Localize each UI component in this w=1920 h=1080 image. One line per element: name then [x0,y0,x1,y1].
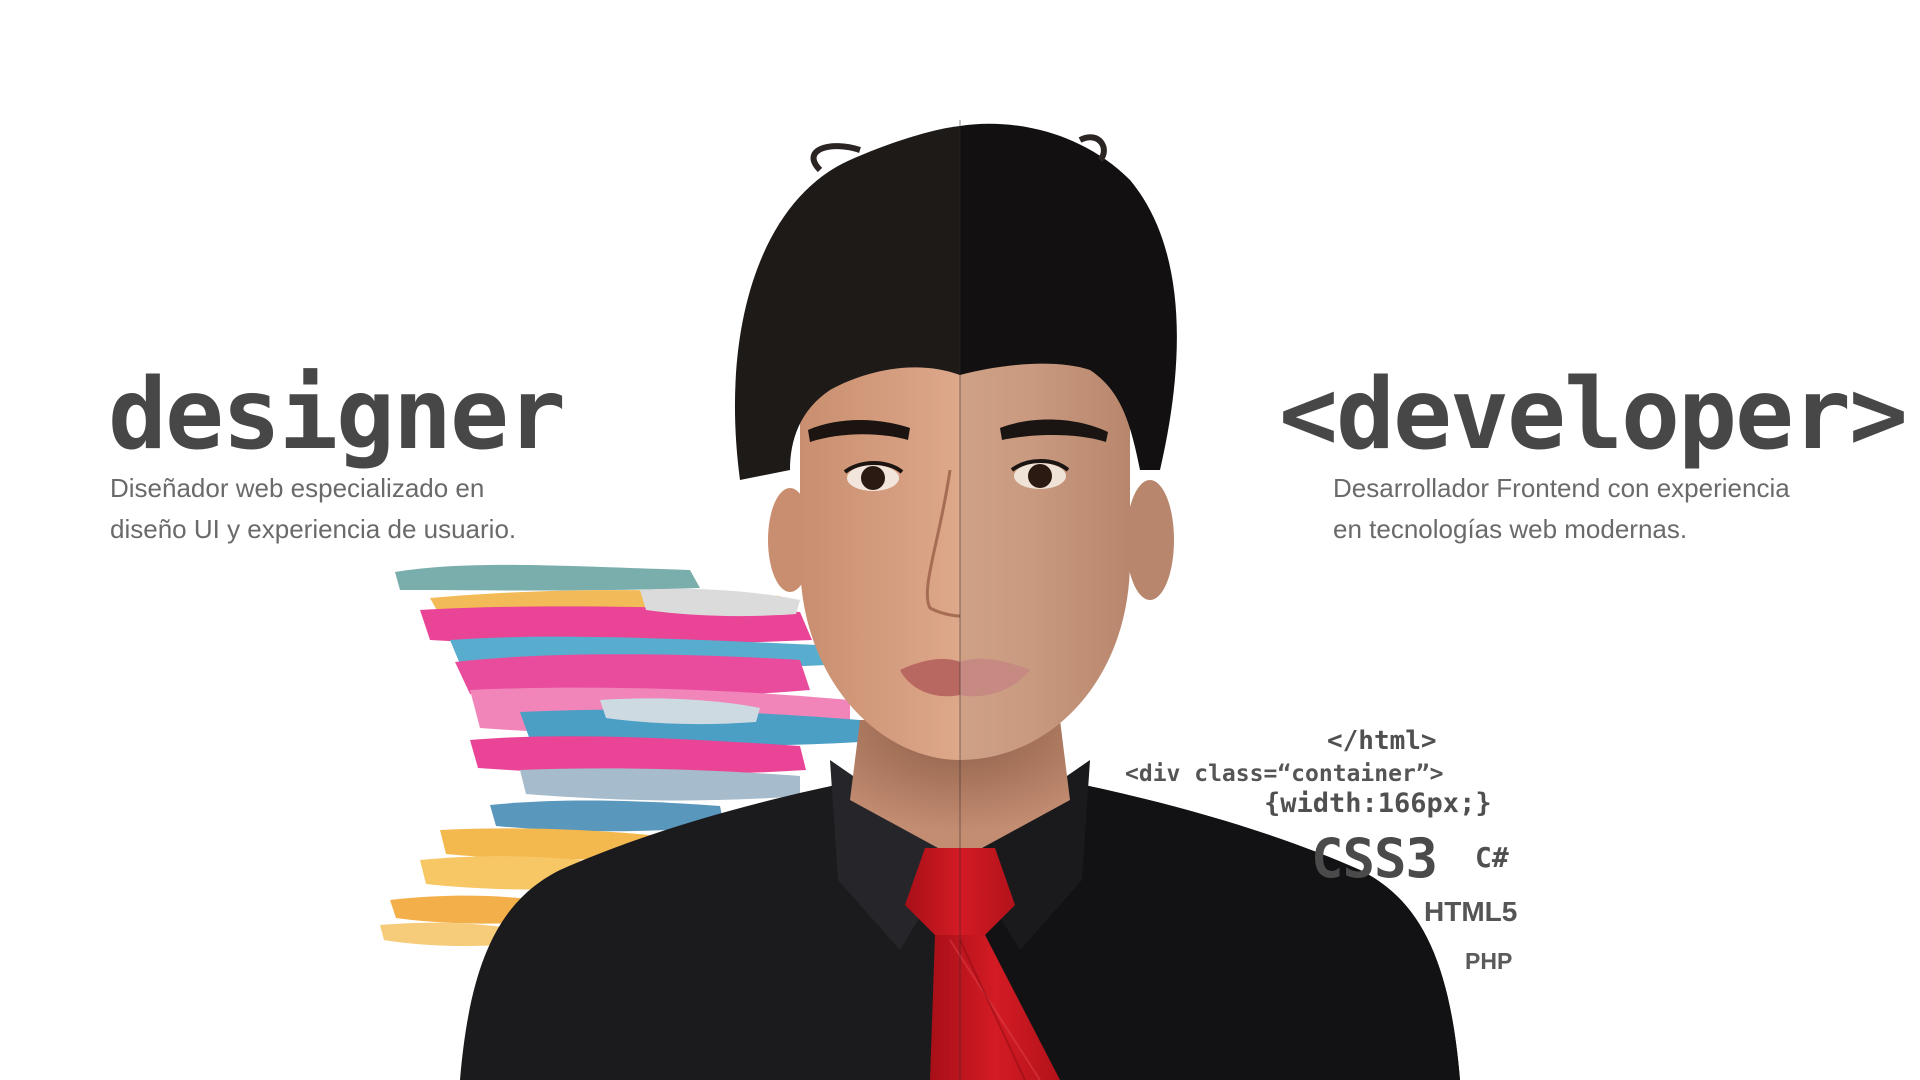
developer-description-line-1: Desarrollador Frontend con experiencia [1333,473,1790,503]
code-snippet-width: {width:166px;} [1264,788,1492,819]
designer-description-line-2: diseño UI y experiencia de usuario. [110,514,517,544]
code-snippet-div: <div class=“container”> [1125,761,1444,787]
designer-description: Diseñador web especializado en diseño UI… [110,468,516,550]
code-snippet-php: PHP [1465,948,1513,974]
developer-title: <developer> [1279,358,1908,472]
code-snippet-html-close: </html> [1327,726,1437,756]
code-snippet-csharp: C# [1475,841,1509,874]
developer-description: Desarrollador Frontend con experiencia e… [1333,468,1790,550]
designer-description-line-1: Diseñador web especializado en [110,473,485,503]
developer-description-line-2: en tecnologías web modernas. [1333,514,1688,544]
hero-section: designer Diseñador web especializado en … [0,0,1920,1080]
code-snippet-css3: CSS3 [1311,827,1438,890]
designer-title: designer [108,358,566,472]
code-snippet-html5: HTML5 [1424,896,1518,927]
